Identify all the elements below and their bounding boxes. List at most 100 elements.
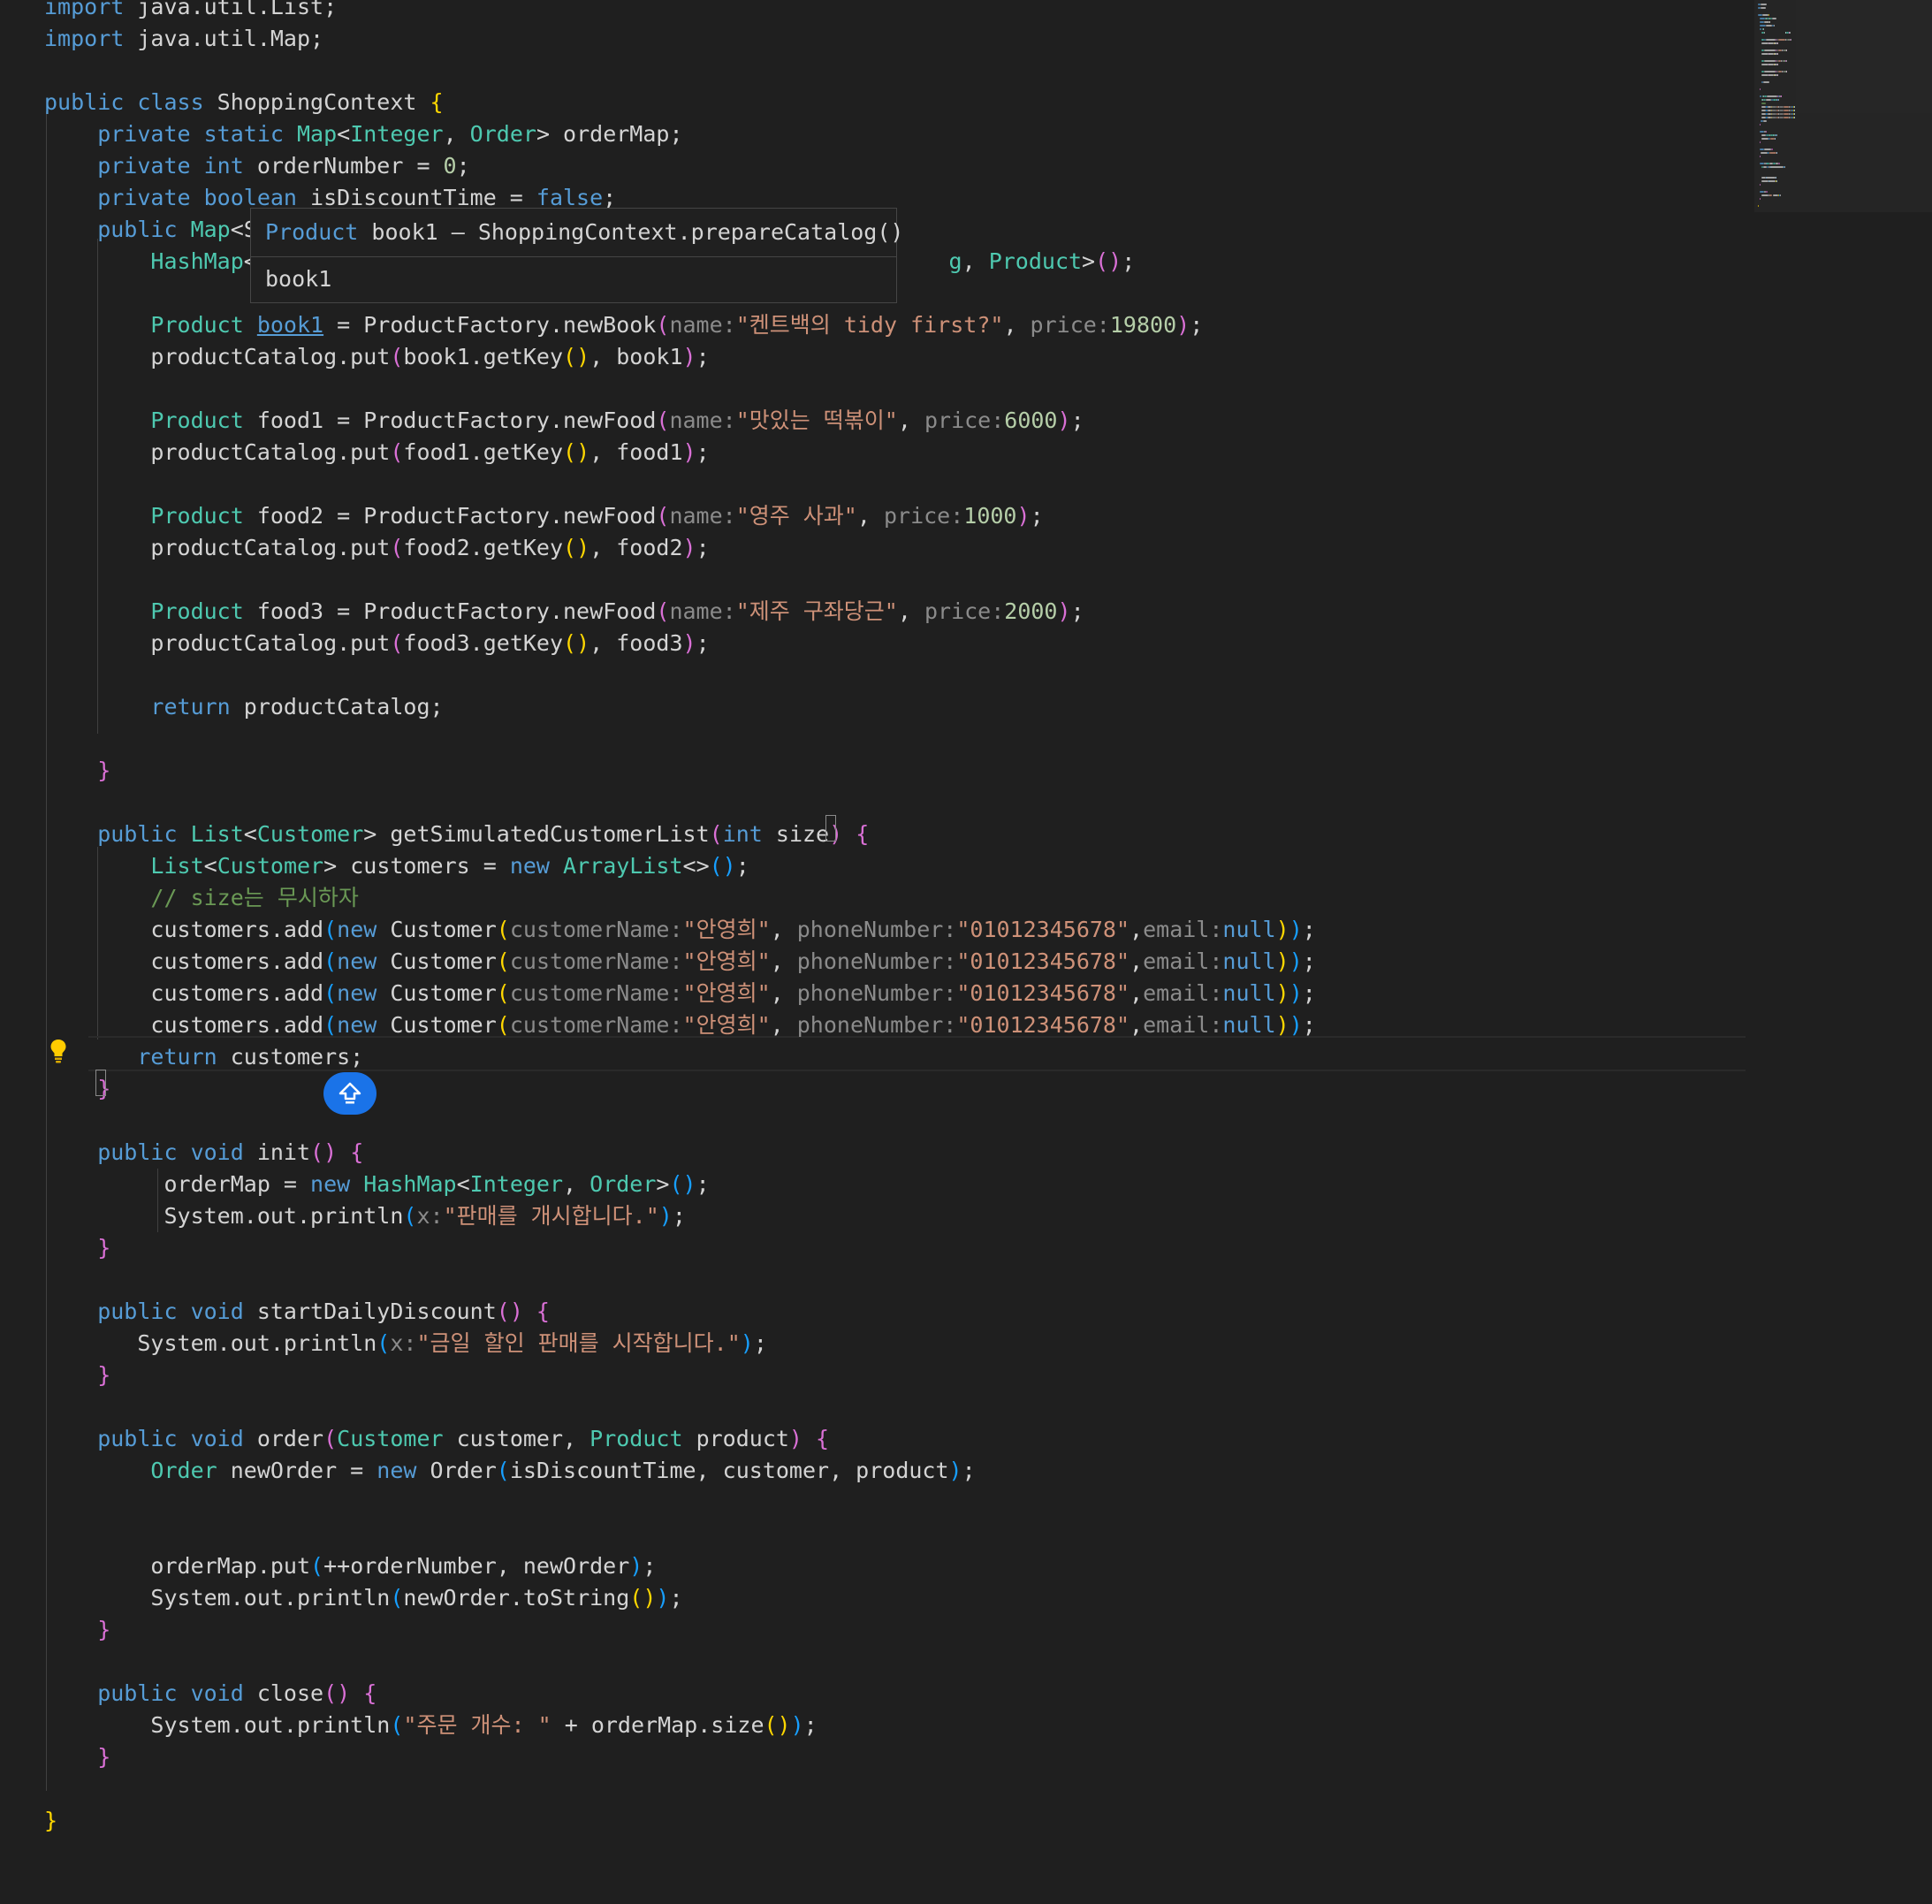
code-line[interactable]: } xyxy=(44,1805,57,1837)
minimap-line xyxy=(1768,64,1774,65)
code-token: < xyxy=(337,121,351,147)
code-line[interactable]: return productCatalog; xyxy=(44,691,444,723)
matched-bracket-open xyxy=(825,815,836,842)
code-token: null xyxy=(1222,980,1276,1006)
code-token: , xyxy=(1130,980,1144,1006)
code-token: phoneNumber: xyxy=(796,1012,957,1038)
code-token: ( xyxy=(390,439,404,465)
code-line[interactable]: List<Customer> customers = new ArrayList… xyxy=(44,850,749,882)
code-token: phoneNumber: xyxy=(796,917,957,942)
code-token: () xyxy=(1095,248,1122,274)
scroll-to-top-button[interactable] xyxy=(323,1072,377,1115)
code-token: ) xyxy=(658,1203,673,1229)
code-token: () { xyxy=(496,1299,550,1324)
code-line[interactable]: productCatalog.put(food3.getKey(), food3… xyxy=(44,628,710,659)
code-line[interactable]: Product food3 = ProductFactory.newFood(n… xyxy=(44,596,1084,628)
code-token: public xyxy=(44,821,191,847)
code-token: { xyxy=(856,821,870,847)
code-token: Product xyxy=(988,248,1083,274)
code-token: 1000 xyxy=(963,503,1017,529)
code-line[interactable]: return customers; xyxy=(44,1041,363,1073)
code-token: email: xyxy=(1143,980,1223,1006)
code-token: ) xyxy=(1289,948,1303,974)
minimap-line xyxy=(1765,25,1772,27)
code-token: () { xyxy=(323,1680,377,1706)
code-line[interactable]: public void init() { xyxy=(44,1137,363,1169)
code-line[interactable]: private static Map<Integer, Order> order… xyxy=(44,118,682,150)
minimap-line xyxy=(1759,25,1766,27)
lightbulb-icon[interactable] xyxy=(49,1038,67,1064)
code-token: , xyxy=(1130,1012,1144,1038)
code-token: public xyxy=(44,217,191,242)
code-token: new xyxy=(337,948,391,974)
code-line[interactable]: productCatalog.put(food1.getKey(), food1… xyxy=(44,437,709,468)
code-token: customers.add xyxy=(44,1012,324,1038)
code-line[interactable]: import java.util.List; xyxy=(44,0,337,23)
minimap-line xyxy=(1759,184,1761,186)
code-line[interactable]: Product food2 = ProductFactory.newFood(n… xyxy=(44,500,1043,532)
code-token: name: xyxy=(669,407,736,433)
code-token: ) xyxy=(682,630,696,656)
code-line[interactable]: } xyxy=(44,1614,110,1646)
code-line[interactable]: Order newOrder = new Order(isDiscountTim… xyxy=(44,1455,975,1487)
minimap-line xyxy=(1793,113,1795,115)
code-token: Customer xyxy=(390,980,497,1006)
code-line[interactable]: customers.add(new Customer(customerName:… xyxy=(44,946,1315,978)
code-line[interactable]: Product food1 = ProductFactory.newFood(n… xyxy=(44,405,1084,437)
minimap-line xyxy=(1777,74,1779,76)
code-line[interactable]: System.out.println("주문 개수: " + orderMap.… xyxy=(44,1710,817,1741)
code-line[interactable]: } xyxy=(44,755,110,787)
code-token: { xyxy=(430,89,444,115)
code-line[interactable]: System.out.println(newOrder.toString()); xyxy=(44,1582,682,1614)
code-token: orderNumber = xyxy=(256,153,444,179)
code-line[interactable]: System.out.println(x:"판매를 개시합니다."); xyxy=(44,1200,685,1232)
code-token: System.out.println xyxy=(44,1712,391,1738)
code-line[interactable]: public List<Customer> getSimulatedCustom… xyxy=(44,819,869,850)
code-line[interactable]: orderMap.put(++orderNumber, newOrder); xyxy=(44,1550,656,1582)
code-line[interactable]: import java.util.Map; xyxy=(44,23,323,55)
code-token: ; xyxy=(1070,598,1084,624)
code-token: product xyxy=(696,1426,789,1451)
code-token: Product xyxy=(589,1426,696,1451)
code-line[interactable]: customers.add(new Customer(customerName:… xyxy=(44,978,1315,1009)
code-line[interactable]: private int orderNumber = 0; xyxy=(44,150,469,182)
code-line[interactable]: } xyxy=(44,1232,110,1264)
minimap-line xyxy=(1781,95,1783,97)
code-line[interactable]: productCatalog.put(book1.getKey(), book1… xyxy=(44,341,709,373)
code-token: productCatalog; xyxy=(243,694,444,720)
code-token: , xyxy=(897,598,924,624)
code-token: ; xyxy=(696,630,710,656)
code-editor[interactable]: import java.util.List; import java.util.M… xyxy=(0,0,1754,1904)
code-line[interactable]: public void startDailyDiscount() { xyxy=(44,1296,550,1328)
code-token: } xyxy=(44,1235,111,1260)
code-line[interactable]: } xyxy=(44,1359,110,1391)
hover-divider xyxy=(251,256,896,257)
code-token: food3.getKey xyxy=(403,630,564,656)
minimap[interactable] xyxy=(1754,0,1932,1904)
code-line[interactable]: productCatalog.put(food2.getKey(), food2… xyxy=(44,532,709,564)
code-line[interactable]: Product book1 = ProductFactory.newBook(n… xyxy=(44,309,1203,341)
minimap-line xyxy=(1761,7,1767,9)
code-line[interactable]: public Map<S xyxy=(44,214,257,246)
code-token: order xyxy=(256,1426,324,1451)
code-token: ; xyxy=(1070,407,1084,433)
code-line[interactable]: public void order(Customer customer, Pro… xyxy=(44,1423,829,1455)
code-line[interactable]: public class ShoppingContext { xyxy=(44,87,444,118)
code-line[interactable]: } xyxy=(44,1741,110,1773)
code-line[interactable]: orderMap = new HashMap<Integer, Order>()… xyxy=(44,1169,709,1200)
minimap-line xyxy=(1759,141,1761,143)
code-token: } xyxy=(44,758,111,783)
code-token: () xyxy=(629,1585,657,1611)
code-token: orderMap.put xyxy=(44,1553,311,1579)
minimap-line xyxy=(1770,166,1784,168)
code-token: = ProductFactory.newBook xyxy=(323,312,657,338)
code-line[interactable]: customers.add(new Customer(customerName:… xyxy=(44,914,1315,946)
code-token: food1 = ProductFactory.newFood xyxy=(256,407,657,433)
code-token: Customer xyxy=(217,853,324,879)
code-line[interactable]: public void close() { xyxy=(44,1678,377,1710)
code-line[interactable]: customers.add(new Customer(customerName:… xyxy=(44,1009,1315,1041)
code-line[interactable]: System.out.println(x:"금일 할인 판매를 시작합니다.")… xyxy=(44,1328,767,1359)
code-line[interactable]: // size는 무시하자 xyxy=(44,882,358,914)
code-token: ) xyxy=(629,1553,643,1579)
code-token: name: xyxy=(669,598,736,624)
